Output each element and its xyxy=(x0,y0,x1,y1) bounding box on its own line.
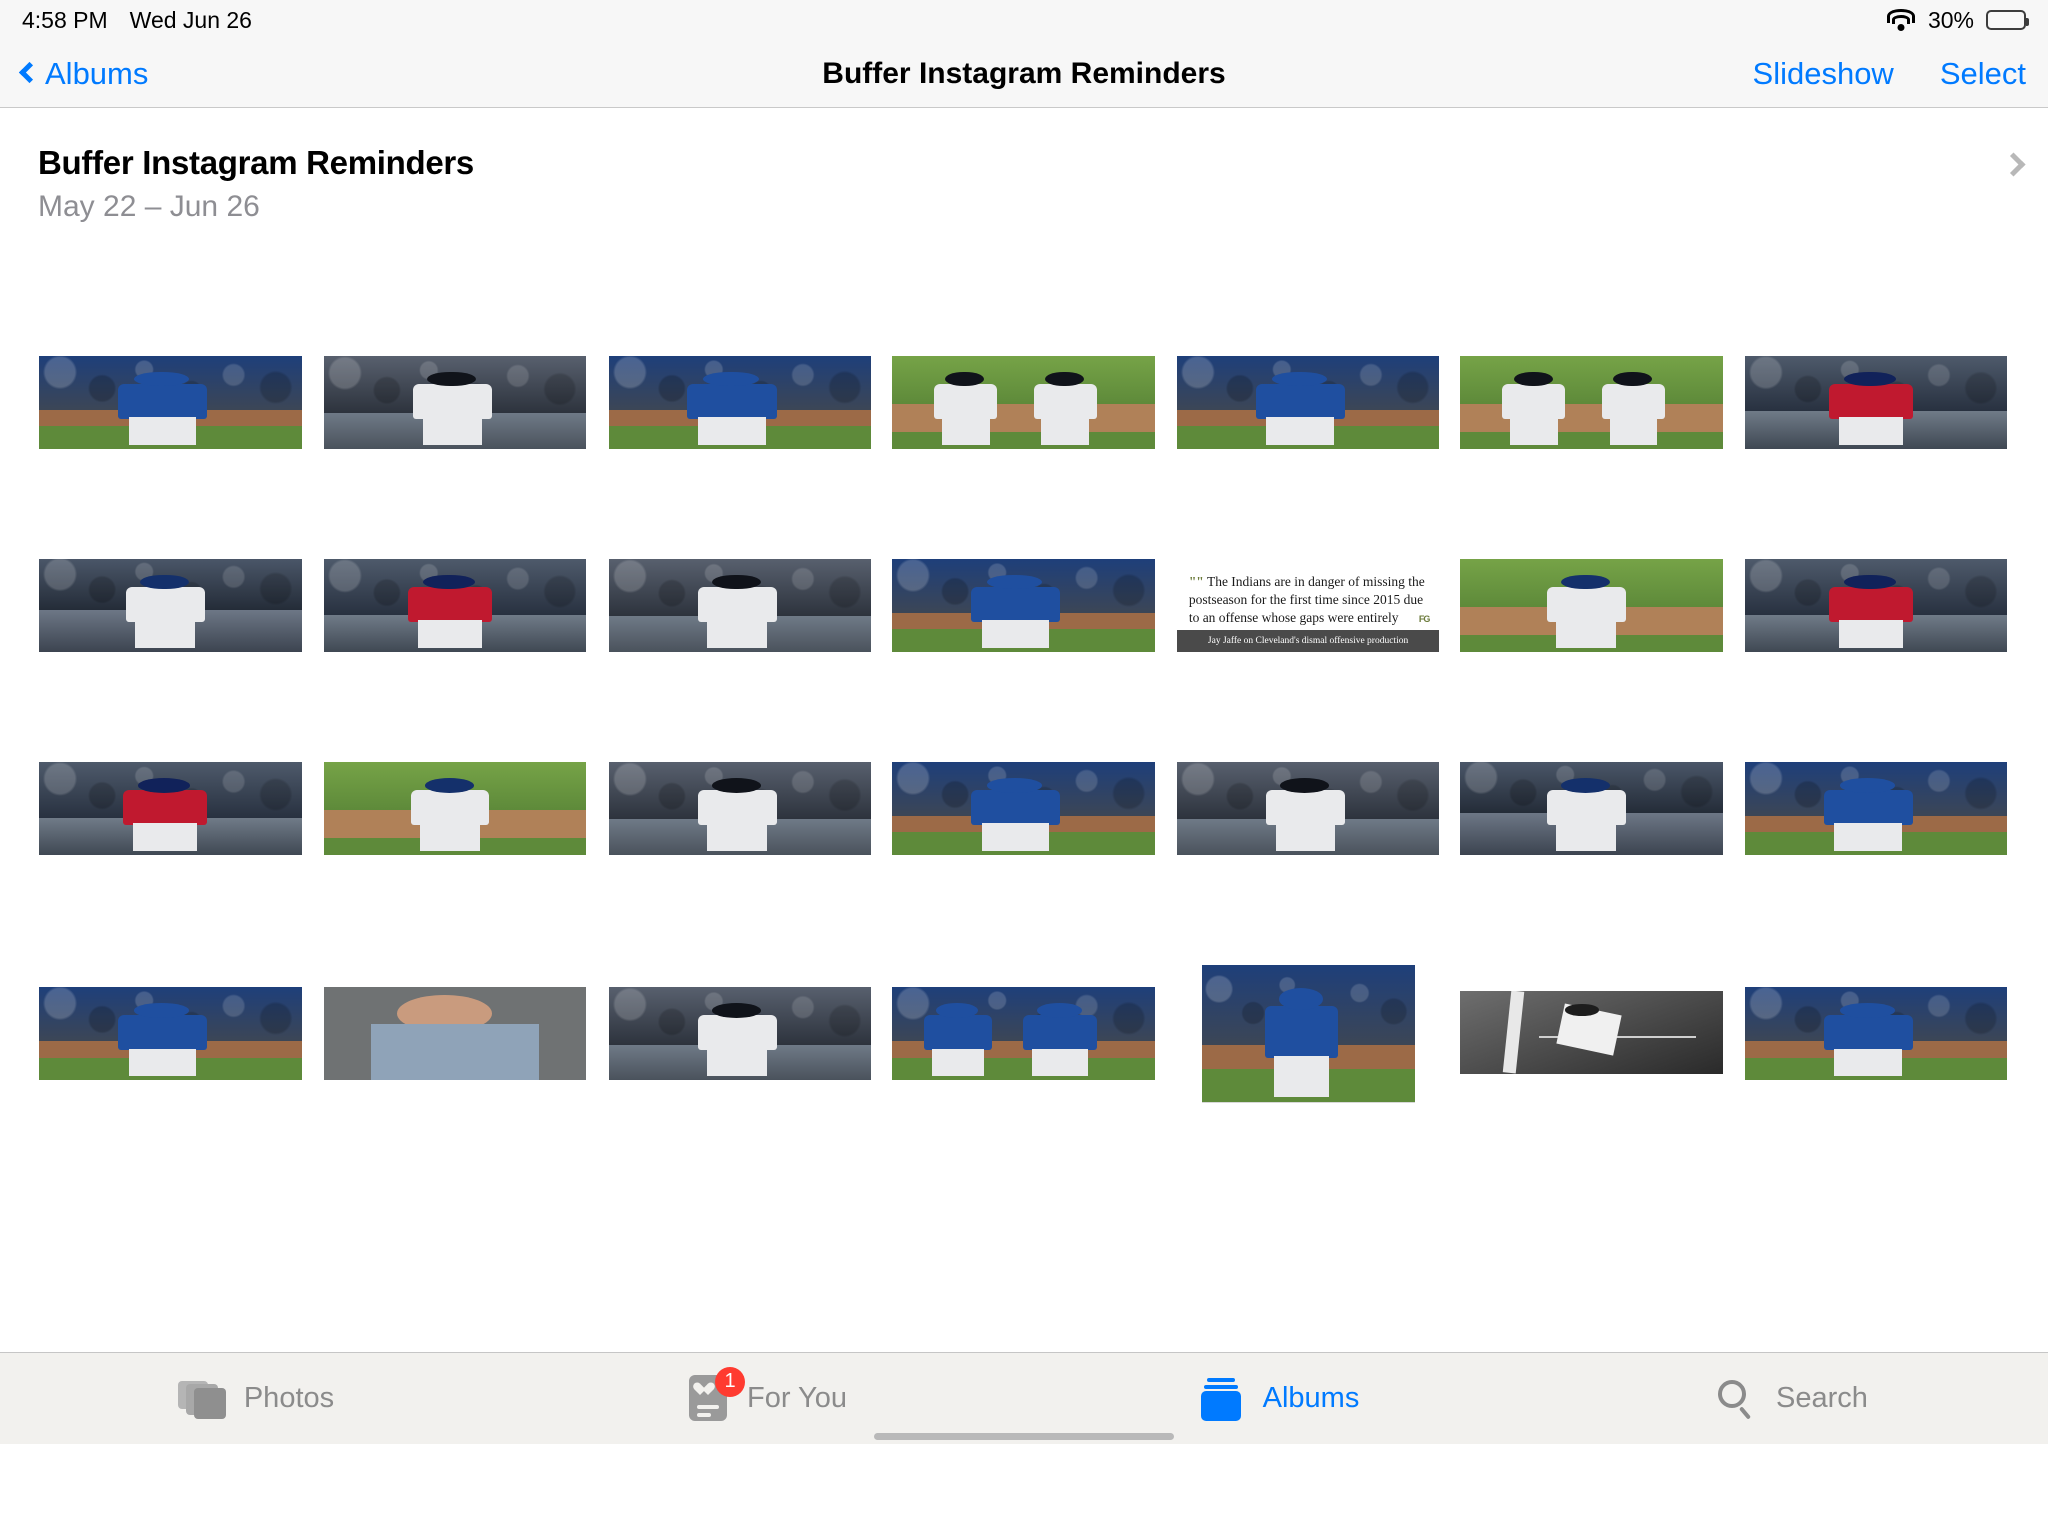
photo-yankees-throw[interactable] xyxy=(608,987,872,1081)
photo-mets-slide-base[interactable] xyxy=(39,987,302,1081)
photo-mets-tag-play[interactable] xyxy=(1744,987,2008,1081)
photo-yankees-hug[interactable] xyxy=(323,355,587,449)
photo-yankees-25-30[interactable] xyxy=(1176,761,1440,855)
home-indicator xyxy=(874,1433,1174,1440)
photo-mets-team-celebrate[interactable] xyxy=(892,761,1155,855)
photo-frazier-celebrate[interactable] xyxy=(892,987,1155,1081)
status-bar: 4:58 PM Wed Jun 26 30% xyxy=(0,0,2048,40)
photo-mets-running-portrait[interactable] xyxy=(1201,964,1415,1103)
tab-bar: Photos 1 For You Albums Search xyxy=(0,1352,2048,1444)
wifi-icon xyxy=(1886,9,1916,31)
photo-rangers-batter[interactable] xyxy=(39,558,302,652)
fangraphs-logo-icon: FG xyxy=(1418,613,1430,624)
photo-royals-swing[interactable] xyxy=(1460,558,1723,652)
tab-label: For You xyxy=(747,1382,847,1414)
photo-bw-fielder[interactable] xyxy=(1460,991,1723,1074)
photo-yankees-runner[interactable] xyxy=(608,558,872,652)
status-date: Wed Jun 26 xyxy=(129,6,252,33)
page-title: Buffer Instagram Reminders xyxy=(822,56,1226,90)
photo-cubs-swing[interactable] xyxy=(323,761,587,855)
select-button[interactable]: Select xyxy=(1940,56,2026,92)
photo-nationals-runner[interactable] xyxy=(323,558,587,652)
tab-photos[interactable]: Photos xyxy=(0,1377,512,1421)
photo-home-plate-handshake[interactable] xyxy=(892,355,1155,449)
photos-icon xyxy=(177,1377,226,1421)
photo-yankees-batter[interactable] xyxy=(608,761,872,855)
status-bar-right: 30% xyxy=(1886,6,2029,34)
photo-nationals-63-pitcher[interactable] xyxy=(1744,558,2008,652)
status-time: 4:58 PM xyxy=(22,6,108,33)
back-button-label: Albums xyxy=(45,55,149,91)
tab-search[interactable]: Search xyxy=(1536,1378,2048,1420)
album-content: Buffer Instagram Reminders May 22 – Jun … xyxy=(0,108,2048,1444)
photo-nationals-portrait[interactable] xyxy=(39,761,302,855)
photo-home-plate-handshake-2[interactable] xyxy=(1460,355,1723,449)
photo-batter-dugout[interactable] xyxy=(1460,761,1723,855)
tab-label: Albums xyxy=(1262,1382,1360,1414)
chevron-left-icon xyxy=(18,61,41,84)
tab-label: Search xyxy=(1776,1382,1868,1414)
photo-nationals-dugout[interactable] xyxy=(1744,355,2008,449)
photo-quote-card[interactable]: "" The Indians are in danger of missing … xyxy=(1176,558,1440,652)
photo-mets-arms-raised[interactable] xyxy=(892,558,1155,652)
tab-for-you[interactable]: 1 For You xyxy=(512,1366,1024,1423)
photo-mets-high-fives[interactable] xyxy=(1744,761,2008,855)
photo-fan-with-baby[interactable] xyxy=(323,987,587,1081)
photo-mets-40-pointing[interactable] xyxy=(608,355,872,449)
quote-open-mark: "" xyxy=(1188,573,1204,589)
albums-icon xyxy=(1200,1377,1245,1421)
slideshow-button[interactable]: Slideshow xyxy=(1753,56,1894,92)
back-to-albums-button[interactable]: Albums xyxy=(18,55,149,92)
tab-badge: 1 xyxy=(715,1366,745,1397)
search-icon xyxy=(1716,1378,1758,1420)
nav-bar-actions: Slideshow Select xyxy=(1753,56,2026,92)
navigation-bar: Albums Buffer Instagram Reminders Slides… xyxy=(0,40,2048,108)
status-bar-left: 4:58 PM Wed Jun 26 xyxy=(22,7,252,34)
photo-mets-pitcher-portrait[interactable] xyxy=(1176,355,1440,449)
tab-albums[interactable]: Albums xyxy=(1024,1377,1536,1421)
battery-percent-label: 30% xyxy=(1927,6,1974,33)
photo-grid: "" The Indians are in danger of missing … xyxy=(0,108,2048,1444)
tab-label: Photos xyxy=(243,1382,335,1414)
photo-mets-celebration[interactable] xyxy=(39,355,302,449)
quote-caption: Jay Jaffe on Cleveland's dismal offensiv… xyxy=(1176,629,1440,652)
battery-icon xyxy=(1986,10,2029,30)
quote-photo-card: "" The Indians are in danger of missing … xyxy=(1176,558,1440,652)
